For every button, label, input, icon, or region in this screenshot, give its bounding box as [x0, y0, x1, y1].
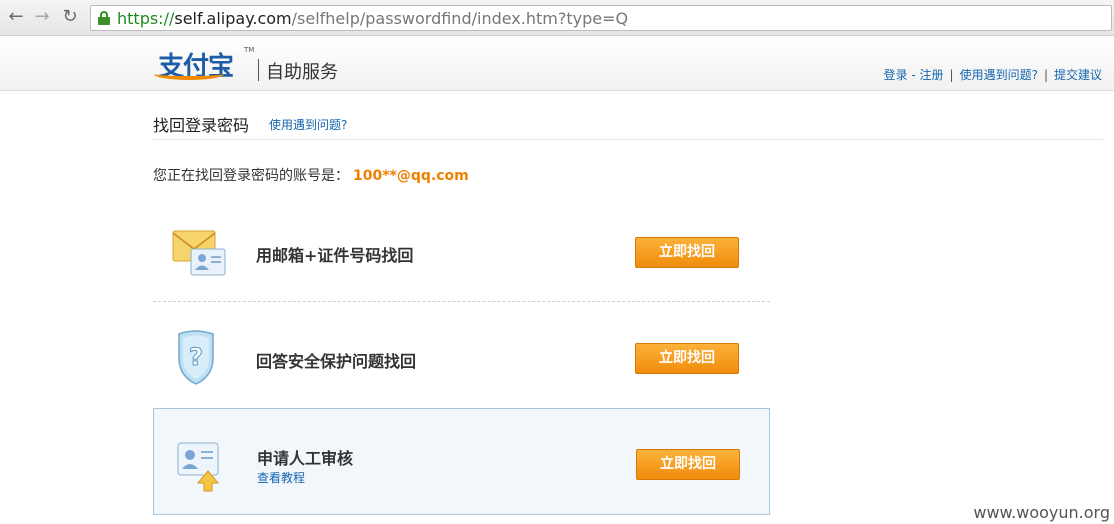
browser-toolbar: ← → ↻ https://self.alipay.com/selfhelp/p…	[0, 0, 1114, 36]
site-header: 支付宝 TM 自助服务 登录 - 注册 | 使用遇到问题? | 提交建议	[0, 36, 1114, 91]
alipay-logo[interactable]: 支付宝 TM	[154, 46, 254, 82]
url-scheme: https://	[117, 9, 175, 28]
recover-button-manual[interactable]: 立即找回	[636, 449, 740, 480]
option-divider	[153, 301, 770, 302]
option-label: 回答安全保护问题找回	[256, 352, 417, 371]
option-security-question: ? 回答安全保护问题找回 立即找回	[153, 310, 770, 406]
manual-review-id-card-icon	[172, 439, 230, 497]
link-separator: |	[949, 68, 954, 82]
option-label: 用邮箱+证件号码找回	[256, 246, 414, 265]
forward-arrow-icon[interactable]: →	[32, 7, 52, 27]
watermark: www.wooyun.org	[973, 503, 1110, 522]
url-path: /selfhelp/passwordfind/index.htm?type=Q	[291, 9, 629, 28]
top-links: 登录 - 注册 | 使用遇到问题? | 提交建议	[884, 66, 1102, 83]
logo-trademark: TM	[244, 46, 255, 54]
tutorial-link[interactable]: 查看教程	[257, 469, 305, 486]
problem-link[interactable]: 使用遇到问题?	[960, 68, 1038, 82]
security-question-shield-icon: ?	[171, 328, 229, 386]
url-host: self.alipay.com	[174, 9, 292, 28]
lock-icon	[98, 11, 110, 25]
header-divider	[258, 59, 259, 81]
login-register-link[interactable]: 登录 - 注册	[884, 68, 944, 82]
email-id-card-icon	[171, 225, 229, 283]
logo-swoosh-icon	[154, 68, 224, 80]
svg-text:?: ?	[189, 343, 203, 371]
recover-button-email[interactable]: 立即找回	[635, 237, 739, 268]
recover-button-question[interactable]: 立即找回	[635, 343, 739, 374]
option-email-id: 用邮箱+证件号码找回 立即找回	[153, 203, 770, 301]
back-arrow-icon[interactable]: ←	[6, 7, 26, 27]
option-label: 申请人工审核	[257, 449, 354, 468]
account-prefix: 您正在找回登录密码的账号是：	[153, 168, 349, 184]
title-divider	[153, 139, 1103, 140]
header-title: 自助服务	[266, 62, 338, 83]
account-line: 您正在找回登录密码的账号是： 100**@qq.com	[153, 165, 469, 185]
feedback-link[interactable]: 提交建议	[1054, 68, 1102, 82]
address-bar[interactable]: https://self.alipay.com/selfhelp/passwor…	[90, 5, 1112, 31]
page-title: 找回登录密码	[153, 116, 250, 135]
option-manual-review: 申请人工审核 查看教程 立即找回	[153, 408, 770, 515]
url-text[interactable]: https://self.alipay.com/selfhelp/passwor…	[117, 9, 628, 28]
reload-icon[interactable]: ↻	[60, 7, 80, 27]
link-separator: |	[1043, 68, 1048, 82]
account-value: 100**@qq.com	[353, 168, 469, 184]
help-link[interactable]: 使用遇到问题?	[269, 116, 347, 133]
